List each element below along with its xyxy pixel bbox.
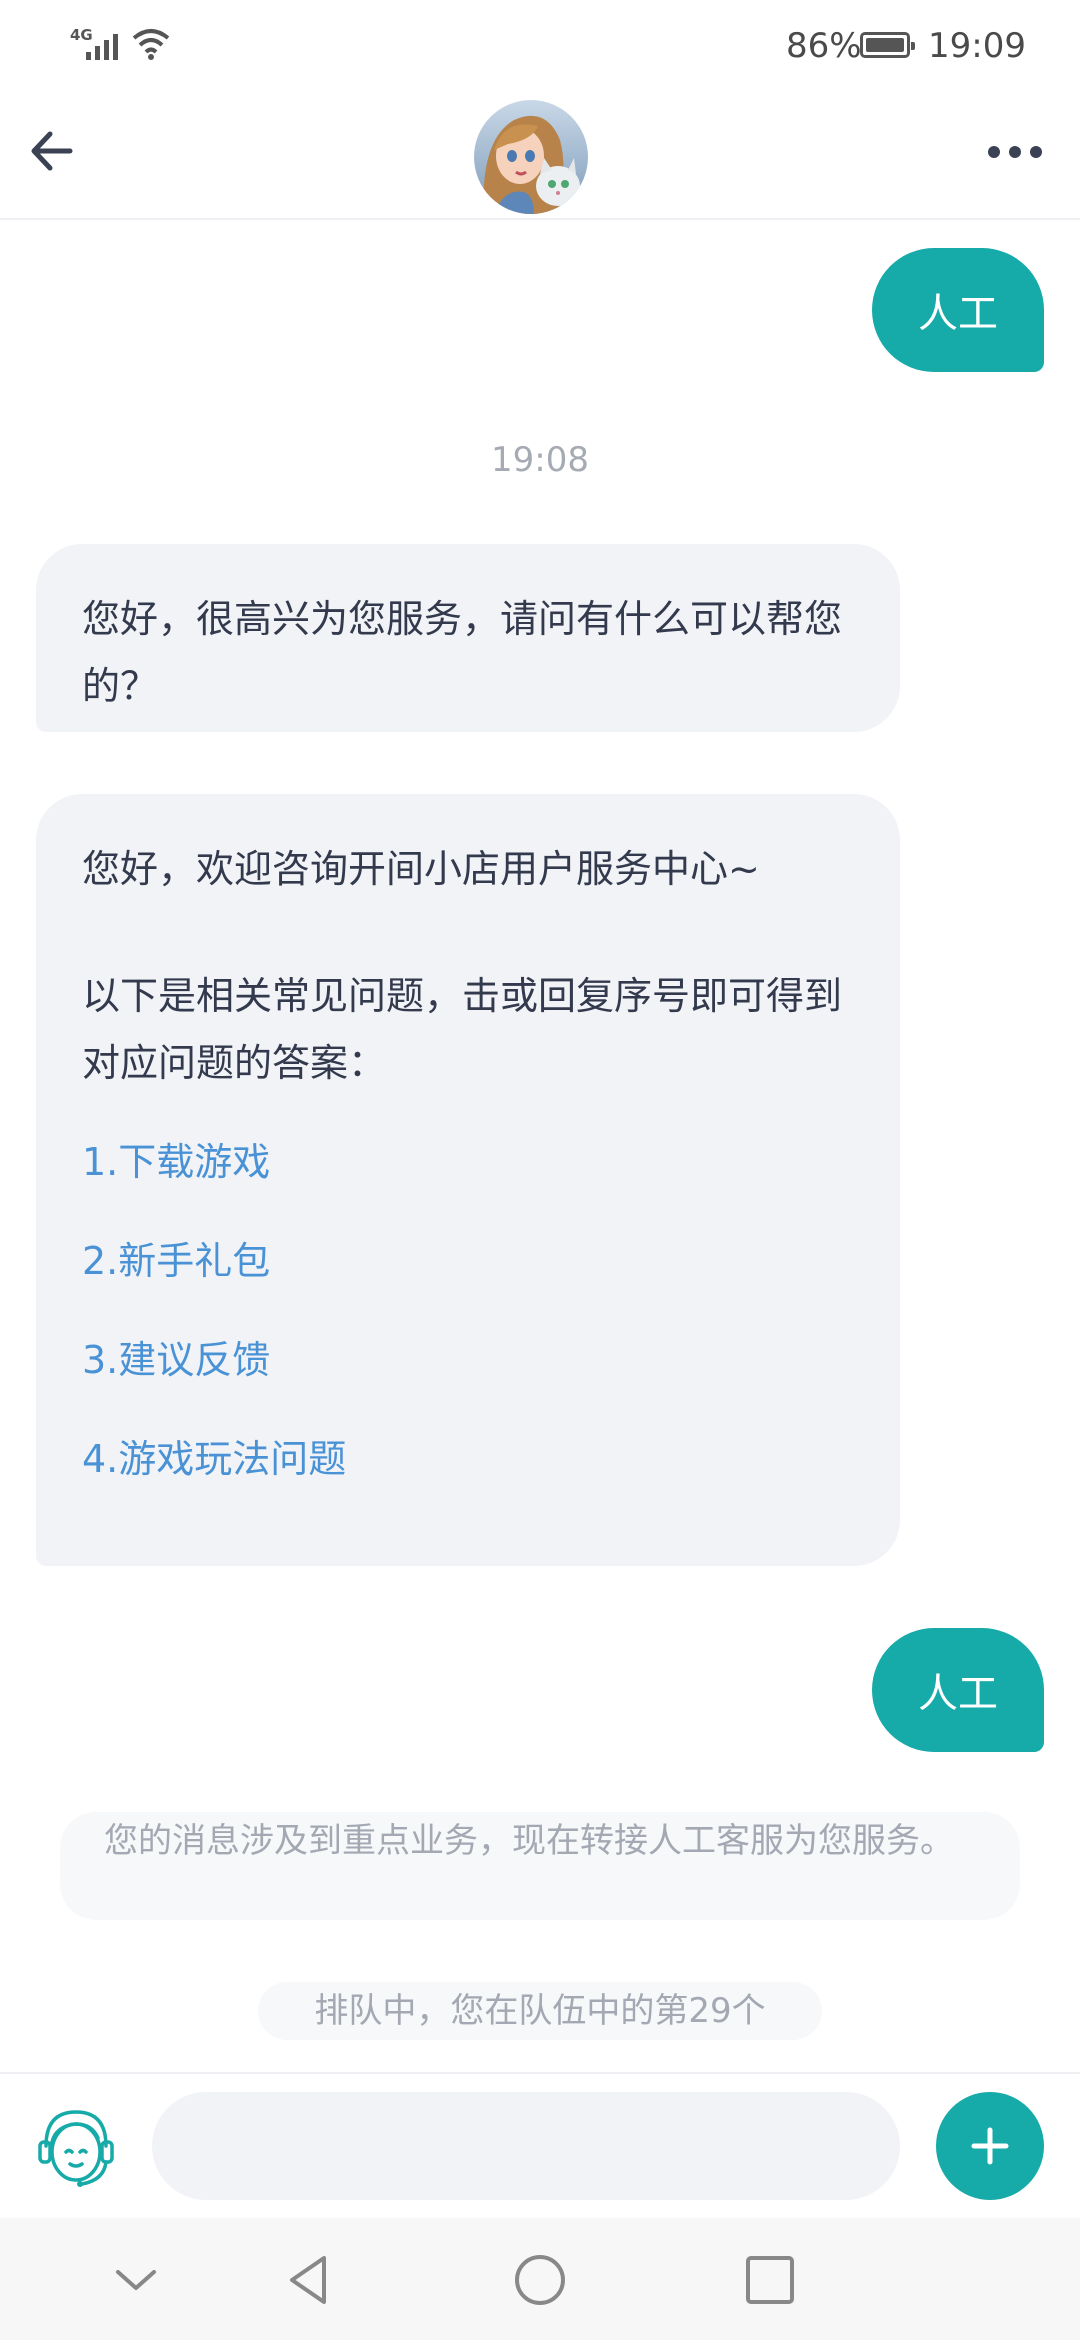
received-message: 您好，很高兴为您服务，请问有什么可以帮您的？ [36, 544, 900, 732]
plus-icon [971, 2127, 1009, 2165]
faq-option-gift-pack[interactable]: 2.新手礼包 [82, 1228, 856, 1295]
sent-message: 人工 [872, 248, 1044, 372]
customer-service-icon[interactable] [32, 2102, 120, 2190]
chevron-down-icon[interactable] [106, 2250, 166, 2310]
queue-status: 排队中，您在队伍中的第29个 [258, 1982, 822, 2040]
sent-message: 人工 [872, 1628, 1044, 1752]
wifi-icon [132, 29, 170, 60]
add-button[interactable] [936, 2092, 1044, 2200]
greeting-text: 您好，很高兴为您服务，请问有什么可以帮您的？ [82, 597, 843, 708]
game-character-avatar-icon [474, 100, 588, 214]
home-nav-icon[interactable] [510, 2250, 570, 2310]
back-nav-icon[interactable] [280, 2250, 340, 2310]
faq-option-gameplay[interactable]: 4.游戏玩法问题 [82, 1426, 856, 1493]
message-input[interactable] [152, 2092, 900, 2200]
more-dots-icon[interactable] [988, 146, 1042, 158]
status-time: 19:09 [928, 26, 1026, 66]
recents-nav-icon[interactable] [740, 2250, 800, 2310]
battery-percent: 86% [786, 26, 862, 66]
battery-icon [860, 32, 915, 58]
faq-intro: 您好，欢迎咨询开间小店用户服务中心~ [82, 847, 760, 891]
faq-option-feedback[interactable]: 3.建议反馈 [82, 1327, 856, 1394]
transfer-notice: 您的消息涉及到重点业务，现在转接人工客服为您服务。 [60, 1812, 1020, 1920]
faq-option-download[interactable]: 1.下载游戏 [82, 1129, 856, 1196]
message-timestamp: 19:08 [491, 440, 589, 480]
back-arrow-icon[interactable] [28, 128, 74, 174]
avatar[interactable] [474, 100, 588, 214]
status-bar: 4G 86% 19:09 [0, 0, 1080, 90]
faq-message: 您好，欢迎咨询开间小店用户服务中心~ 以下是相关常见问题，击或回复序号即可得到对… [36, 794, 900, 1566]
faq-prompt: 以下是相关常见问题，击或回复序号即可得到对应问题的答案： [82, 974, 843, 1085]
